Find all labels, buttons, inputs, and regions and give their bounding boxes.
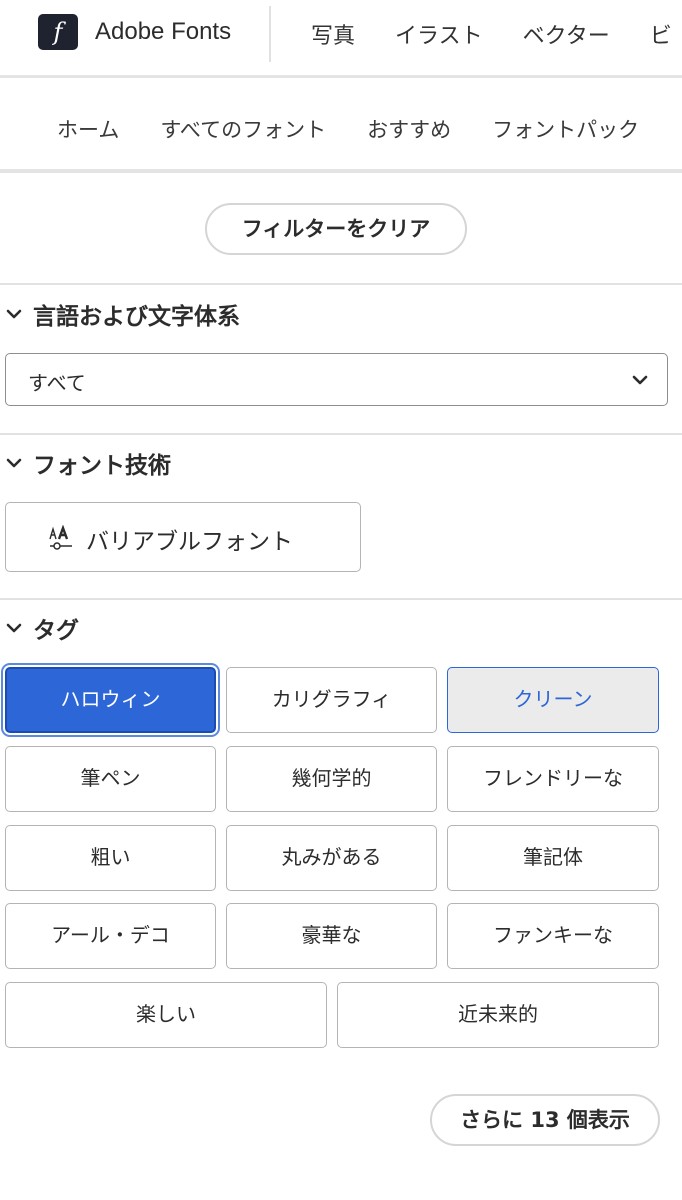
brand-name[interactable]: Adobe Fonts [95,18,231,46]
tag-fun[interactable]: 楽しい [5,982,327,1048]
language-section-title: 言語および文字体系 [33,304,240,330]
variable-font-icon [49,525,72,550]
tag-luxurious[interactable]: 豪華な [226,903,437,969]
technology-section-header[interactable]: フォント技術 [5,446,171,480]
header-divider [269,6,271,62]
tag-rounded[interactable]: 丸みがある [226,825,437,891]
top-nav: 写真 イラスト ベクター ビ [311,18,672,50]
top-nav-photos[interactable]: 写真 [311,18,355,50]
variable-font-label: バリアブルフォント [86,529,293,555]
top-nav-illustrations[interactable]: イラスト [395,18,483,50]
chevron-down-icon [6,309,22,319]
technology-section-title: フォント技術 [33,453,171,479]
section-divider [0,598,682,600]
subnav-home[interactable]: ホーム [57,114,119,144]
tags-section-header[interactable]: タグ [5,611,79,645]
variable-font-button[interactable]: バリアブルフォント [5,502,361,572]
tag-clean[interactable]: クリーン [447,667,659,733]
show-more-tags-button[interactable]: さらに 13 個表示 [430,1094,660,1146]
tag-rough[interactable]: 粗い [5,825,216,891]
tag-futuristic[interactable]: 近未来的 [337,982,659,1048]
top-header: f Adobe Fonts 写真 イラスト ベクター ビ [0,0,682,78]
tag-halloween[interactable]: ハロウィン [5,667,216,733]
chevron-down-icon [6,623,22,633]
top-nav-videos[interactable]: ビ [650,18,672,50]
top-nav-vectors[interactable]: ベクター [523,18,610,50]
tag-calligraphy[interactable]: カリグラフィ [226,667,437,733]
subnav-all-fonts[interactable]: すべてのフォント [160,114,326,144]
tag-art-deco[interactable]: アール・デコ [5,903,216,969]
section-divider [0,283,682,285]
tag-script[interactable]: 筆記体 [447,825,659,891]
adobe-fonts-logo[interactable]: f [38,14,78,50]
section-divider [0,433,682,435]
chevron-down-icon [6,458,22,468]
tag-geometric[interactable]: 幾何学的 [226,746,437,812]
tag-funky[interactable]: ファンキーな [447,903,659,969]
subnav-recommended[interactable]: おすすめ [367,114,451,144]
subnav-font-packs[interactable]: フォントパック [492,114,639,144]
sub-nav: ホーム すべてのフォント おすすめ フォントパック [0,81,682,173]
chevron-down-icon [632,375,648,385]
clear-filters-button[interactable]: フィルターをクリア [205,203,467,255]
language-select[interactable]: すべて [5,353,668,406]
language-select-value: すべて [28,371,86,395]
tag-brush-pen[interactable]: 筆ペン [5,746,216,812]
tags-section-title: タグ [33,618,79,644]
language-section-header[interactable]: 言語および文字体系 [5,297,240,331]
tag-friendly[interactable]: フレンドリーな [447,746,659,812]
